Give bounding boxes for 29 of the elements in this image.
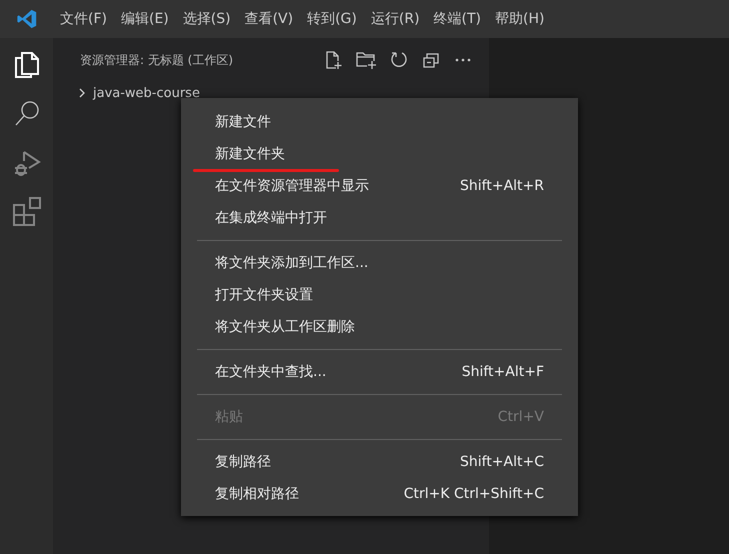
menu-item[interactable]: 复制路径 Shift+Alt+C <box>181 446 578 478</box>
shortcut-label: Shift+Alt+C <box>460 454 544 470</box>
app-logo-icon <box>16 8 38 30</box>
menu-item[interactable]: 选择(S) <box>176 0 238 38</box>
shortcut-label: Ctrl+K Ctrl+Shift+C <box>404 486 544 502</box>
tree-item[interactable]: java-web-course <box>93 86 200 100</box>
shortcut-label: Ctrl+V <box>498 409 544 425</box>
menu-item[interactable]: 打开文件夹设置 <box>181 279 578 311</box>
menu-item[interactable]: 帮助(H) <box>488 0 552 38</box>
menu-item[interactable]: 新建文件夹 <box>181 138 578 170</box>
menu-item[interactable]: 运行(R) <box>364 0 427 38</box>
menu-item[interactable]: 终端(T) <box>426 0 488 38</box>
extensions-icon[interactable] <box>12 197 42 227</box>
menu-item[interactable]: 查看(V) <box>238 0 300 38</box>
menu-item[interactable]: 转到(G) <box>300 0 364 38</box>
shortcut-label: Shift+Alt+F <box>462 364 544 380</box>
menu-item[interactable]: 在集成终端中打开 <box>181 202 578 234</box>
menu-item[interactable]: 新建文件 <box>181 106 578 138</box>
menu-item[interactable]: 将文件夹从工作区删除 <box>181 311 578 343</box>
explorer-title: 资源管理器: 无标题 (工作区) <box>80 52 234 68</box>
menu-item[interactable]: 文件(F) <box>53 0 114 38</box>
files-icon[interactable] <box>12 50 40 80</box>
shortcut-label: Shift+Alt+R <box>460 178 544 194</box>
menu-item[interactable]: 在文件资源管理器中显示 Shift+Alt+R <box>181 170 578 202</box>
menu-item[interactable]: 在文件夹中查找... Shift+Alt+F <box>181 356 578 388</box>
menu-item[interactable]: 将文件夹添加到工作区... <box>181 247 578 279</box>
menu-item[interactable]: 复制相对路径 Ctrl+K Ctrl+Shift+C <box>181 478 578 510</box>
menu-item[interactable]: 编辑(E) <box>114 0 176 38</box>
chevron-right-icon[interactable] <box>77 87 87 99</box>
